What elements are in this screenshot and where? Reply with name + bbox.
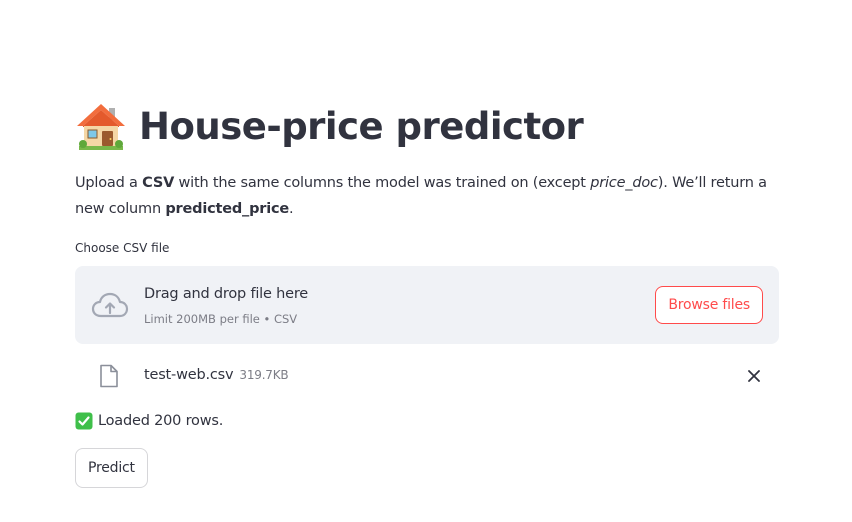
page-title: House-price predictor [139,104,584,148]
file-name: test-web.csv 319.7KB [144,367,289,383]
check-icon [75,412,93,430]
dropzone-limit: Limit 200MB per file • CSV [144,312,298,326]
description-bold: CSV [142,175,175,191]
uploaded-file-row: test-web.csv 319.7KB [75,358,779,394]
description-text: . [289,201,294,217]
description-text: with the same columns the model was trai… [174,175,591,191]
description-text: Upload a [75,175,143,191]
app-page: House-price predictor Upload a CSV with … [0,0,852,522]
house-icon [77,104,125,150]
uploader-label: Choose CSV file [75,241,170,255]
file-dropzone[interactable]: Drag and drop file here Limit 200MB per … [75,266,779,344]
browse-files-button[interactable]: Browse files [655,286,763,324]
dropzone-instructions: Drag and drop file here [144,286,309,302]
status-text: Loaded 200 rows. [98,413,224,429]
file-icon [100,364,118,388]
status-message: Loaded 200 rows. [75,410,779,432]
cloud-upload-icon [91,292,129,318]
main-content: House-price predictor Upload a CSV with … [75,96,779,488]
page-header: House-price predictor [75,96,779,156]
description: Upload a CSV with the same columns the m… [75,170,779,222]
file-name-text: test-web.csv [144,367,234,383]
description-bold: predicted_price [165,201,290,217]
close-icon[interactable] [747,369,761,383]
predict-button[interactable]: Predict [75,448,148,488]
file-size: 319.7KB [239,368,289,382]
description-italic: price_doc [590,175,658,191]
